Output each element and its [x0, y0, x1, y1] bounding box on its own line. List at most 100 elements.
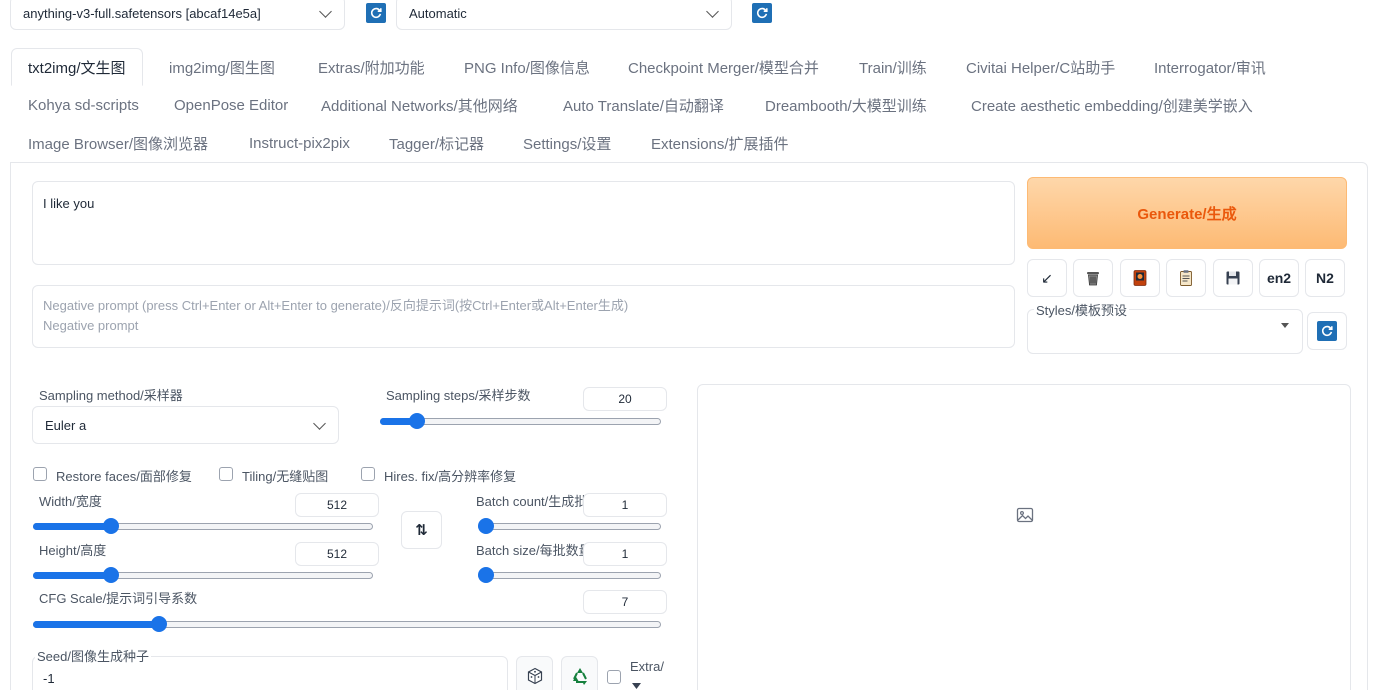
tab-label: Kohya sd-scripts [28, 96, 139, 114]
checkpoint-refresh-button[interactable] [356, 0, 396, 30]
hires-fix-checkbox[interactable] [361, 467, 375, 481]
refresh-icon [752, 3, 772, 23]
extra-seed-label: Extra/ [630, 659, 664, 674]
slider-thumb[interactable] [103, 518, 120, 534]
tab-label: Create aesthetic embedding/创建美学嵌入 [971, 97, 1253, 115]
read-params-button[interactable]: ↙ [1027, 259, 1067, 297]
tab-label: PNG Info/图像信息 [464, 59, 590, 77]
tab-extensions[interactable]: Extensions/扩展插件 [651, 124, 789, 162]
generate-button[interactable]: Generate/生成 [1027, 177, 1347, 249]
sampling-steps-label: Sampling steps/采样步数 [386, 388, 531, 403]
slider-thumb[interactable] [408, 413, 425, 429]
tab-interrogator[interactable]: Interrogator/审讯 [1154, 48, 1266, 86]
width-input[interactable]: 512 [295, 493, 379, 517]
image-placeholder-icon [1016, 507, 1034, 523]
tab-label: Civitai Helper/C站助手 [966, 59, 1116, 77]
tab-png-info[interactable]: PNG Info/图像信息 [464, 48, 590, 86]
negative-prompt-input[interactable]: Negative prompt (press Ctrl+Enter or Alt… [32, 285, 1015, 348]
batch-count-label: Batch count/生成批次 [476, 494, 586, 509]
tab-extras[interactable]: Extras/附加功能 [318, 48, 425, 86]
recycle-icon [572, 668, 587, 685]
slider-thumb[interactable] [478, 518, 494, 534]
tab-dreambooth[interactable]: Dreambooth/大模型训练 [765, 86, 927, 124]
styles-refresh-button[interactable] [1307, 312, 1347, 350]
caret-down-icon [1281, 323, 1289, 328]
prompt-input[interactable]: I like you [32, 181, 1015, 265]
tab-label: Additional Networks/其他网络 [321, 97, 518, 115]
tab-label: Checkpoint Merger/模型合并 [628, 59, 819, 77]
restore-faces-checkbox[interactable] [33, 467, 47, 481]
tab-civitai-helper[interactable]: Civitai Helper/C站助手 [966, 48, 1115, 86]
cfg-scale-slider[interactable] [33, 616, 661, 632]
hires-fix-label: Hires. fix/高分辨率修复 [384, 469, 517, 484]
batch-size-label: Batch size/每批数量 [476, 543, 592, 558]
slider-thumb[interactable] [478, 567, 494, 583]
tab-img2img[interactable]: img2img/图生图 [169, 48, 275, 86]
en2-button[interactable]: en2 [1259, 259, 1299, 297]
width-slider[interactable] [33, 518, 373, 534]
show-extra-networks-button[interactable] [1120, 259, 1160, 297]
tab-image-browser[interactable]: Image Browser/图像浏览器 [28, 124, 208, 162]
random-seed-button[interactable] [516, 656, 553, 690]
height-slider[interactable] [33, 567, 373, 583]
batch-size-slider[interactable] [478, 567, 661, 583]
arrow-down-left-icon: ↙ [1041, 269, 1053, 286]
slider-thumb[interactable] [103, 567, 120, 583]
sampling-method-select[interactable]: Euler a [32, 406, 339, 444]
width-value: 512 [326, 498, 348, 512]
seed-value: -1 [43, 671, 55, 686]
swap-arrows-icon: ⇅ [415, 522, 428, 539]
tab-instruct-pix2pix[interactable]: Instruct-pix2pix [249, 124, 350, 162]
output-image-area [697, 384, 1351, 690]
chevron-down-icon [706, 4, 719, 18]
tab-auto-translate[interactable]: Auto Translate/自动翻译 [563, 86, 724, 124]
restore-faces-label: Restore faces/面部修复 [56, 469, 192, 484]
reuse-seed-button[interactable] [561, 656, 598, 690]
tab-txt2img[interactable]: txt2img/文生图 [11, 48, 143, 86]
height-value: 512 [326, 547, 348, 561]
tab-label: Instruct-pix2pix [249, 134, 350, 152]
clear-prompt-button[interactable] [1073, 259, 1113, 297]
tab-label: Extensions/扩展插件 [651, 135, 789, 153]
height-input[interactable]: 512 [295, 542, 379, 566]
sampling-steps-input[interactable]: 20 [583, 387, 667, 411]
sampling-method-value: Euler a [45, 417, 87, 433]
caret-down-icon[interactable] [632, 683, 641, 690]
swap-dimensions-button[interactable]: ⇅ [401, 511, 442, 549]
floppy-disk-icon [1226, 271, 1240, 285]
tab-train[interactable]: Train/训练 [859, 48, 927, 86]
sampling-steps-slider[interactable] [380, 413, 661, 429]
vae-refresh-button[interactable] [742, 0, 782, 30]
batch-count-label-wrap: Batch count/生成批次 [476, 491, 586, 510]
tab-label: Auto Translate/自动翻译 [563, 97, 724, 115]
tab-tagger[interactable]: Tagger/标记器 [389, 124, 484, 162]
clipboard-icon [1180, 270, 1192, 286]
save-style-button[interactable] [1213, 259, 1253, 297]
slider-thumb[interactable] [150, 616, 167, 632]
extra-seed-checkbox[interactable] [607, 670, 621, 684]
en2-label: en2 [1266, 270, 1292, 286]
cfg-scale-input[interactable]: 7 [583, 590, 667, 614]
tab-label: Tagger/标记器 [389, 135, 485, 153]
chevron-down-icon [319, 4, 332, 18]
tab-label: Image Browser/图像浏览器 [28, 135, 209, 153]
tab-label: Extras/附加功能 [318, 59, 425, 77]
batch-size-input[interactable]: 1 [583, 542, 667, 566]
tab-kohya[interactable]: Kohya sd-scripts [28, 86, 139, 124]
batch-count-input[interactable]: 1 [583, 493, 667, 517]
batch-count-value: 1 [621, 498, 629, 512]
tab-checkpoint-merger[interactable]: Checkpoint Merger/模型合并 [628, 48, 819, 86]
slider-fill [33, 572, 112, 579]
tab-label: Settings/设置 [523, 135, 612, 153]
batch-count-slider[interactable] [478, 518, 661, 534]
apply-style-button[interactable] [1166, 259, 1206, 297]
tab-openpose-editor[interactable]: OpenPose Editor [174, 86, 288, 124]
tab-additional-networks[interactable]: Additional Networks/其他网络 [321, 86, 518, 124]
tiling-checkbox[interactable] [219, 467, 233, 481]
trash-icon [1087, 272, 1099, 286]
tab-settings[interactable]: Settings/设置 [523, 124, 611, 162]
vae-select[interactable]: Automatic [396, 0, 732, 30]
checkpoint-select[interactable]: anything-v3-full.safetensors [abcaf14e5a… [10, 0, 345, 30]
n2-button[interactable]: N2 [1305, 259, 1345, 297]
tab-aesthetic-embedding[interactable]: Create aesthetic embedding/创建美学嵌入 [971, 86, 1253, 124]
